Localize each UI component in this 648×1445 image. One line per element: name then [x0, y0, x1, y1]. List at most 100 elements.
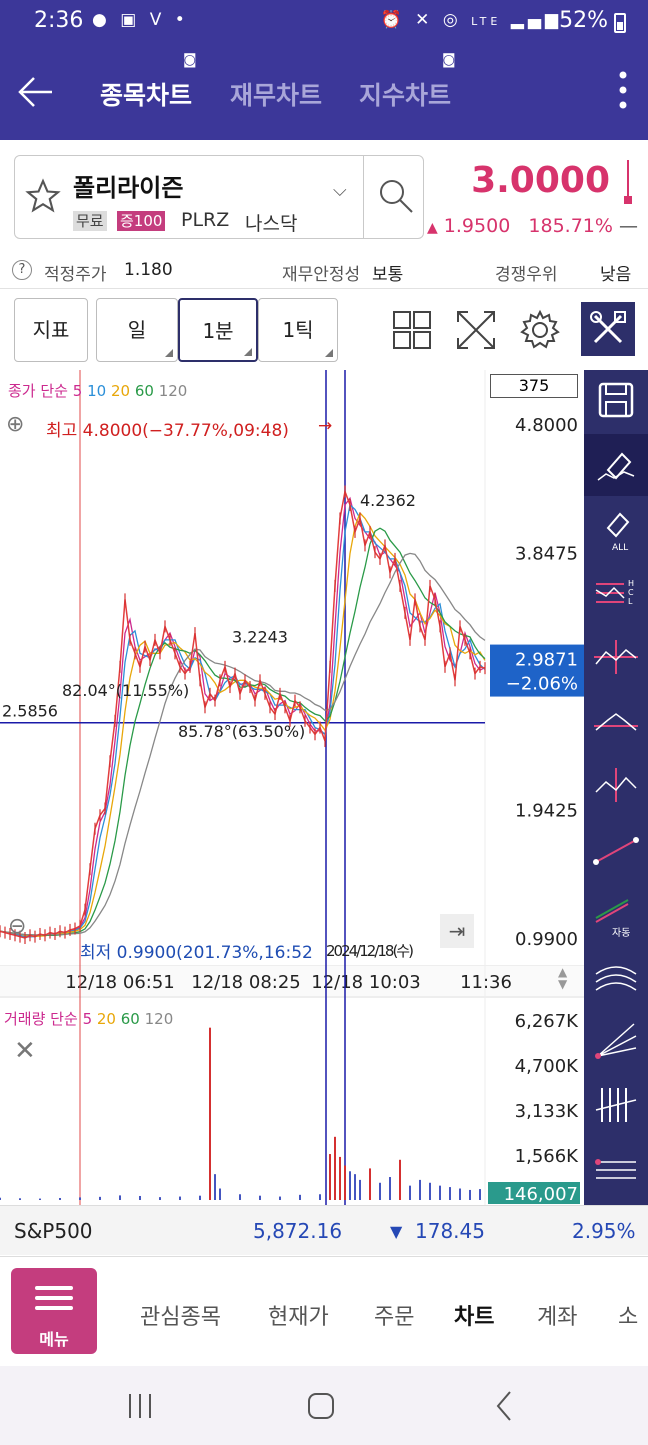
- chevron-down-icon[interactable]: ⌵: [333, 180, 347, 201]
- legend-ma-60: 60: [134, 382, 154, 400]
- battery-text: 52%: [559, 8, 608, 33]
- period-1min-button[interactable]: 1분: [178, 298, 258, 362]
- trendline-icon: [593, 837, 639, 865]
- date-overlap-label: 2024/12/18(수): [326, 942, 414, 960]
- lte-icon: LTE: [471, 15, 502, 28]
- star-icon[interactable]: [25, 178, 61, 214]
- deposit-tag: 증100: [117, 211, 166, 231]
- rp-eraser[interactable]: [584, 434, 648, 496]
- volume-bar: [199, 1195, 201, 1200]
- ticker-arrow: ▼: [390, 1222, 403, 1241]
- x-tick-label: 12/18 06:51: [65, 972, 174, 993]
- rp-trendline[interactable]: [584, 818, 648, 880]
- chart-annotation: 4.2362: [360, 491, 416, 510]
- nav-order[interactable]: 주문: [374, 1299, 414, 1331]
- notification-icons: ● ▣ V •: [92, 10, 189, 30]
- price-legend: 종가 단순 5 10 20 60 120: [8, 380, 187, 401]
- volume-tick-label: 1,566K: [515, 1146, 580, 1167]
- rp-eraser-all[interactable]: ALL: [584, 498, 648, 560]
- legend-ma-10: 10: [87, 382, 107, 400]
- auto-trend-label: 자동: [612, 927, 630, 939]
- layout-grid-icon[interactable]: [388, 306, 436, 354]
- rp-peak[interactable]: [584, 690, 648, 752]
- hcl-letter-c: C: [628, 588, 634, 597]
- volume-bar: [219, 1188, 221, 1200]
- help-icon[interactable]: ?: [12, 260, 32, 280]
- tab-stock-chart[interactable]: 종목차트: [100, 76, 192, 112]
- scroll-end-icon[interactable]: ⇥: [440, 914, 474, 948]
- zoom-in-icon[interactable]: ⊕: [6, 412, 24, 437]
- count-box[interactable]: 375: [490, 374, 578, 398]
- period-1tick-button[interactable]: 1틱: [258, 298, 338, 362]
- rp-gann[interactable]: [584, 1074, 648, 1136]
- volume-bar: [299, 1194, 301, 1200]
- rp-trend-cross[interactable]: [584, 626, 648, 688]
- rp-channel[interactable]: [584, 1138, 648, 1200]
- indicator-button[interactable]: 지표: [14, 298, 88, 362]
- scroll-arrows-icon[interactable]: ▲ ▼: [558, 966, 567, 990]
- competition-value: 낮음: [600, 265, 632, 285]
- nav-account[interactable]: 계좌: [537, 1299, 577, 1331]
- mute-icon: ✕: [415, 10, 434, 30]
- signal-icon: ▂▄▆: [510, 10, 562, 30]
- v-icon: V: [149, 10, 166, 30]
- volume-bar: [359, 1179, 361, 1200]
- volume-bar: [119, 1195, 121, 1200]
- volume-bar: [349, 1171, 351, 1200]
- volume-bar: [179, 1196, 181, 1200]
- rp-save[interactable]: [584, 370, 648, 432]
- auto-trend-icon: 자동: [595, 899, 630, 939]
- nav-more[interactable]: 소: [618, 1299, 638, 1331]
- volume-bar: [449, 1187, 451, 1200]
- menu-label: 메뉴: [39, 1330, 69, 1349]
- volume-bar: [319, 1194, 321, 1200]
- volume-bar: [339, 1156, 341, 1200]
- tab-index-chart[interactable]: 지수차트: [359, 76, 451, 112]
- index-ticker[interactable]: S&P500 5,872.16 ▼ 178.45 2.95%: [0, 1205, 648, 1255]
- hcl-letter-l: L: [628, 597, 633, 606]
- volume-current-label: 146,007: [504, 1184, 578, 1205]
- drawing-tools-button[interactable]: [581, 302, 635, 356]
- back-icon[interactable]: [484, 1386, 524, 1426]
- nav-watchlist[interactable]: 관심종목: [140, 1299, 221, 1331]
- recent-apps-icon[interactable]: [120, 1386, 160, 1426]
- settings-gear-icon[interactable]: [516, 306, 564, 354]
- chart-area[interactable]: 4.8000 3.8475 1.9425 0.9900 12/18 06:51 12/18…: [0, 370, 584, 1205]
- volume-bar: [439, 1185, 441, 1200]
- badge-icon: ◙: [442, 52, 456, 68]
- chart-canvas[interactable]: 4.8000 3.8475 1.9425 0.9900 12/18 06:51 12/18…: [0, 370, 584, 1205]
- bottom-nav: 메뉴 관심종목 현재가 주문 차트 계좌 소: [0, 1256, 648, 1366]
- rp-arc[interactable]: [584, 946, 648, 1008]
- hcl-icon: HCL: [595, 579, 634, 606]
- menu-button[interactable]: 메뉴: [11, 1268, 97, 1354]
- rp-auto-trend[interactable]: 자동: [584, 882, 648, 944]
- rp-fan[interactable]: [584, 1010, 648, 1072]
- nav-current-price[interactable]: 현재가: [268, 1299, 329, 1331]
- stock-name: 폴리라이즌: [73, 174, 184, 202]
- x-tick-label: 12/18 08:25: [191, 972, 300, 993]
- zoom-out-icon[interactable]: ⊖: [8, 914, 26, 939]
- talk-icon: ●: [92, 10, 111, 30]
- vol-legend-20: 20: [96, 1010, 116, 1028]
- home-icon[interactable]: [301, 1386, 341, 1426]
- ticker-value: 5,872.16: [253, 1219, 343, 1243]
- search-button[interactable]: [363, 156, 425, 238]
- more-vert-icon[interactable]: [618, 70, 628, 110]
- period-day-button[interactable]: 일: [96, 298, 178, 362]
- close-volume-icon[interactable]: ✕: [14, 1036, 36, 1066]
- chart-annotation: 85.78°(63.50%): [178, 722, 305, 741]
- volume-bar: [99, 1196, 101, 1200]
- nav-chart[interactable]: 차트: [454, 1299, 494, 1331]
- rp-zigzag[interactable]: [584, 754, 648, 816]
- stock-selector[interactable]: 폴리라이즌 ⌵ 무료 증100 PLRZ 나스닥: [14, 155, 424, 239]
- fan-icon: [595, 1023, 637, 1059]
- peak-icon: [594, 713, 638, 731]
- y-tick-label: 3.8475: [515, 544, 578, 565]
- tab-finance-chart[interactable]: 재무차트: [230, 76, 322, 112]
- change-percent: 185.71%: [528, 215, 613, 237]
- stock-market: 나스닥: [245, 213, 298, 235]
- fullscreen-icon[interactable]: [452, 306, 500, 354]
- rp-hcl[interactable]: HCL: [584, 562, 648, 624]
- back-arrow-icon[interactable]: [16, 72, 56, 112]
- high-arrow-icon: →: [318, 416, 333, 436]
